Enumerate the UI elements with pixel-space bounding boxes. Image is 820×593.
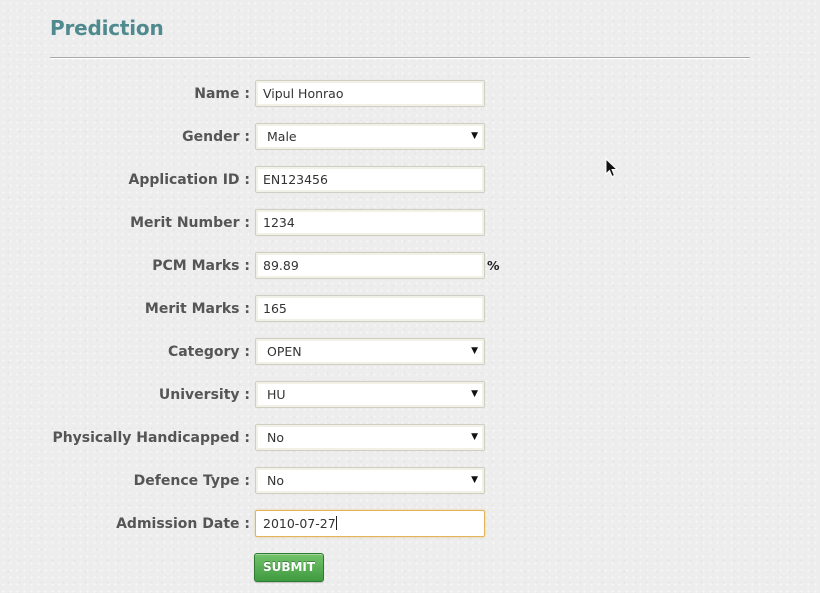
university-label: University : <box>158 387 250 403</box>
form-row-defence-type: Defence Type : No ▼ <box>0 467 820 495</box>
name-label: Name : <box>194 86 250 102</box>
form-row-category: Category : OPEN ▼ <box>0 338 820 366</box>
percent-unit: % <box>487 258 500 273</box>
form-row-pcm-marks: PCM Marks : 89.89 % <box>0 252 820 280</box>
merit-number-input-value: 1234 <box>263 215 295 230</box>
page-title: Prediction <box>50 16 164 40</box>
dropdown-arrow-icon: ▼ <box>471 131 478 141</box>
dropdown-arrow-icon: ▼ <box>471 475 478 485</box>
category-label: Category : <box>167 344 250 360</box>
gender-selected-value: Male <box>267 129 297 144</box>
title-divider <box>50 57 750 58</box>
form-row-merit-marks: Merit Marks : 165 <box>0 295 820 323</box>
gender-label: Gender : <box>182 129 250 145</box>
form-row-merit-number: Merit Number : 1234 <box>0 209 820 237</box>
dropdown-arrow-icon: ▼ <box>471 346 478 356</box>
category-select[interactable]: OPEN ▼ <box>255 338 485 365</box>
merit-number-label: Merit Number : <box>130 215 250 231</box>
physically-handicapped-selected-value: No <box>267 430 284 445</box>
merit-marks-input-value: 165 <box>263 301 287 316</box>
application-id-input-value: EN123456 <box>263 172 328 187</box>
submit-button[interactable]: SUBMIT <box>254 553 324 582</box>
admission-date-input[interactable]: 2010-07-27 <box>255 510 485 537</box>
admission-date-input-value: 2010-07-27 <box>263 516 336 531</box>
physically-handicapped-label: Physically Handicapped : <box>52 430 250 446</box>
university-selected-value: HU <box>267 387 286 402</box>
defence-type-label: Defence Type : <box>133 473 250 489</box>
category-selected-value: OPEN <box>267 344 302 359</box>
pcm-marks-label: PCM Marks : <box>152 258 250 274</box>
mouse-pointer-icon <box>605 158 619 178</box>
text-caret <box>335 516 337 530</box>
form-row-gender: Gender : Male ▼ <box>0 123 820 151</box>
pcm-marks-input-value: 89.89 <box>263 258 299 273</box>
admission-date-label: Admission Date : <box>116 516 250 532</box>
physically-handicapped-select[interactable]: No ▼ <box>255 424 485 451</box>
merit-marks-input[interactable]: 165 <box>255 295 485 322</box>
form-row-admission-date: Admission Date : 2010-07-27 <box>0 510 820 538</box>
form-row-university: University : HU ▼ <box>0 381 820 409</box>
pcm-marks-input[interactable]: 89.89 <box>255 252 485 279</box>
form-row-application-id: Application ID : EN123456 <box>0 166 820 194</box>
gender-select[interactable]: Male ▼ <box>255 123 485 150</box>
defence-type-selected-value: No <box>267 473 284 488</box>
university-select[interactable]: HU ▼ <box>255 381 485 408</box>
dropdown-arrow-icon: ▼ <box>471 389 478 399</box>
form-row-physically-handicapped: Physically Handicapped : No ▼ <box>0 424 820 452</box>
defence-type-select[interactable]: No ▼ <box>255 467 485 494</box>
dropdown-arrow-icon: ▼ <box>471 432 478 442</box>
merit-marks-label: Merit Marks : <box>144 301 250 317</box>
application-id-label: Application ID : <box>128 172 250 188</box>
name-input[interactable]: Vipul Honrao <box>255 80 485 107</box>
application-id-input[interactable]: EN123456 <box>255 166 485 193</box>
merit-number-input[interactable]: 1234 <box>255 209 485 236</box>
form-row-name: Name : Vipul Honrao <box>0 80 820 108</box>
name-input-value: Vipul Honrao <box>263 86 344 101</box>
